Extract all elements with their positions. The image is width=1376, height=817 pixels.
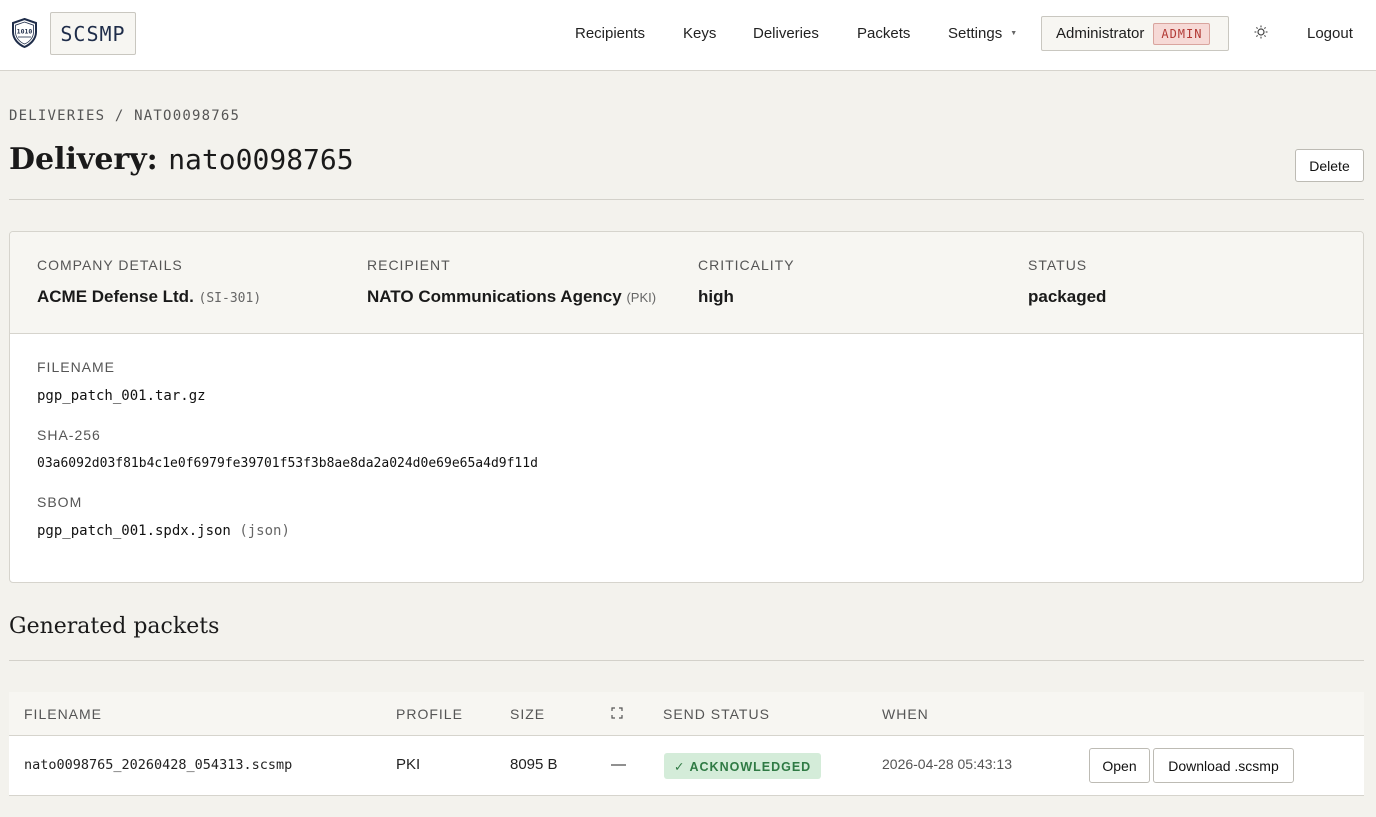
column-header[interactable]: PROFILE [396, 706, 463, 722]
criticality-label: CRITICALITY [698, 257, 795, 273]
send-status-badge: ✓ ACKNOWLEDGED [664, 753, 822, 779]
delivery-id: nato0098765 [168, 143, 354, 176]
company-label: COMPANY DETAILS [37, 257, 183, 273]
logout-link[interactable]: Logout [1307, 0, 1353, 66]
packet-filename: nato0098765_20260428_054313.scsmp [24, 757, 293, 773]
sun-icon[interactable] [1253, 24, 1269, 40]
open-button[interactable]: Open [1089, 748, 1150, 783]
column-header[interactable]: SEND STATUS [663, 706, 770, 722]
packet-timestamp: 2026-04-28 05:43:13 [882, 756, 1012, 772]
section-heading: Generated packets [9, 614, 220, 639]
brand-name[interactable]: SCSMP [50, 12, 136, 55]
nav-packets[interactable]: Packets [857, 0, 910, 66]
svg-text:1010: 1010 [17, 28, 33, 36]
nav-settings[interactable]: Settings ▼ [948, 0, 1017, 66]
sbom-label: SBOM [37, 494, 83, 510]
table-row: nato0098765_20260428_054313.scsmp PKI 80… [9, 736, 1364, 796]
top-navigation-bar: 1010 SCSMP Recipients Keys Deliveries Pa… [0, 0, 1376, 71]
role-badge: ADMIN [1153, 22, 1211, 45]
column-header[interactable]: WHEN [882, 706, 929, 722]
expand-icon[interactable] [610, 706, 624, 720]
column-header[interactable]: SIZE [510, 706, 545, 722]
sha-label: SHA-256 [37, 427, 101, 443]
sha-value: 03a6092d03f81b4c1e0f6979fe39701f53f3b8ae… [37, 456, 538, 471]
column-header[interactable]: FILENAME [24, 706, 102, 722]
nav-deliveries[interactable]: Deliveries [753, 0, 819, 66]
details-summary: COMPANY DETAILS ACME Defense Ltd. (SI-30… [10, 232, 1363, 334]
user-name: Administrator [1056, 25, 1145, 42]
delivery-details-card: COMPANY DETAILS ACME Defense Ltd. (SI-30… [9, 231, 1364, 583]
delete-button[interactable]: Delete [1295, 149, 1364, 182]
criticality-value: high [698, 287, 734, 306]
shield-logo-icon[interactable]: 1010 [11, 18, 38, 48]
divider [9, 660, 1364, 661]
packets-table-header: FILENAME PROFILE SIZE SEND STATUS WHEN [9, 692, 1364, 736]
sbom-value: pgp_patch_001.spdx.json (json) [37, 523, 290, 539]
status-label: STATUS [1028, 257, 1088, 273]
recipient-value: NATO Communications Agency (PKI) [367, 287, 657, 306]
packet-profile: PKI [396, 756, 421, 773]
download-button[interactable]: Download .scsmp [1153, 748, 1294, 783]
breadcrumb: DELIVERIES / NATO0098765 [9, 108, 241, 124]
recipient-label: RECIPIENT [367, 257, 451, 273]
nav-keys[interactable]: Keys [683, 0, 716, 66]
packet-size: 8095 B [510, 756, 558, 773]
user-menu[interactable]: Administrator ADMIN [1041, 16, 1229, 51]
page-title: Delivery: nato0098765 [9, 142, 354, 177]
company-value: ACME Defense Ltd. (SI-301) [37, 287, 262, 306]
filename-value: pgp_patch_001.tar.gz [37, 388, 206, 404]
status-value: packaged [1028, 287, 1107, 306]
packet-fullscreen: — [611, 756, 626, 773]
nav-recipients[interactable]: Recipients [575, 0, 645, 66]
caret-down-icon: ▼ [1010, 29, 1018, 37]
divider [9, 199, 1364, 200]
filename-label: FILENAME [37, 359, 116, 375]
